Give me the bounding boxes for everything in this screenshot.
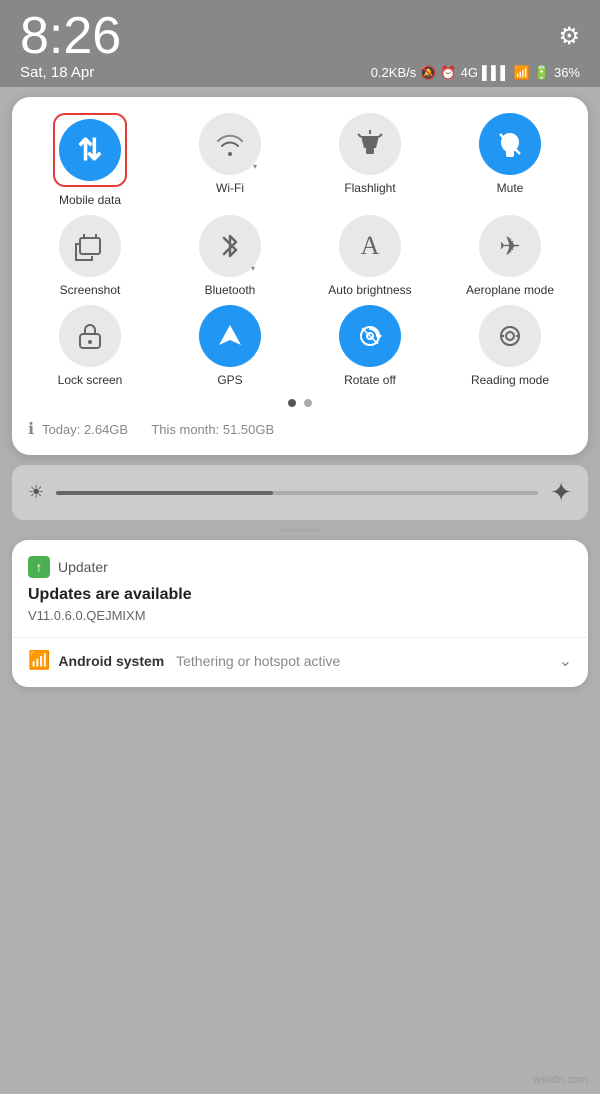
brightness-fill bbox=[56, 491, 273, 495]
qs-item-mobile-data[interactable]: ⇅ Mobile data bbox=[24, 113, 156, 207]
auto-brightness-label: Auto brightness bbox=[328, 283, 411, 297]
rotate-off-label: Rotate off bbox=[344, 373, 396, 387]
alarm-icon: ⏰ bbox=[440, 65, 456, 81]
dot-2 bbox=[304, 399, 312, 407]
notif-title: Updates are available bbox=[28, 586, 572, 604]
mobile-data-circle: ⇅ bbox=[59, 119, 121, 181]
gps-label: GPS bbox=[217, 373, 242, 387]
mobile-data-label: Mobile data bbox=[59, 193, 121, 207]
wifi-notif-icon: 📶 bbox=[28, 650, 50, 671]
notif-divider bbox=[12, 637, 588, 638]
drag-handle bbox=[280, 528, 320, 532]
speed-indicator: 0.2KB/s bbox=[371, 65, 417, 80]
brightness-high-icon: ✦ bbox=[550, 477, 572, 508]
qs-item-flashlight[interactable]: Flashlight bbox=[304, 113, 436, 207]
notif-header: ↑ Updater bbox=[28, 556, 572, 578]
brightness-track[interactable] bbox=[56, 491, 538, 495]
qs-item-lock-screen[interactable]: Lock screen bbox=[24, 305, 156, 387]
qs-grid: ⇅ Mobile data ▾ Wi-Fi bbox=[24, 113, 576, 387]
quick-settings-panel: ⇅ Mobile data ▾ Wi-Fi bbox=[12, 97, 588, 455]
sim-icon: 4G bbox=[461, 65, 478, 80]
watermark: wsxdn.com bbox=[533, 1074, 588, 1086]
brightness-low-icon: ☀ bbox=[28, 482, 44, 503]
wifi-label: Wi-Fi bbox=[216, 181, 244, 195]
screenshot-label: Screenshot bbox=[60, 283, 121, 297]
qs-item-screenshot[interactable]: Screenshot bbox=[24, 215, 156, 297]
gps-circle bbox=[199, 305, 261, 367]
battery-icon: 🔋 bbox=[534, 65, 550, 81]
notif-subtitle: V11.0.6.0.QEJMIXM bbox=[28, 608, 572, 623]
brightness-bar[interactable]: ☀ ✦ bbox=[12, 465, 588, 520]
battery-level: 36% bbox=[554, 65, 580, 80]
data-usage-today: Today: 2.64GB bbox=[42, 422, 128, 437]
page-dots bbox=[24, 399, 576, 407]
qs-item-mute[interactable]: Mute bbox=[444, 113, 576, 207]
date-display: Sat, 18 Apr bbox=[20, 64, 94, 81]
data-usage-icon: ℹ bbox=[28, 419, 34, 439]
notif-second-detail: Tethering or hotspot active bbox=[172, 653, 340, 669]
data-usage-bar: ℹ Today: 2.64GB This month: 51.50GB bbox=[24, 417, 576, 441]
notif-second-appname: Android system bbox=[58, 653, 164, 669]
screenshot-circle bbox=[59, 215, 121, 277]
mute-label: Mute bbox=[497, 181, 524, 195]
auto-brightness-circle: A bbox=[339, 215, 401, 277]
bluetooth-circle: ▾ bbox=[199, 215, 261, 277]
chevron-down-icon[interactable]: ⌄ bbox=[559, 651, 572, 671]
bluetooth-label: Bluetooth bbox=[205, 283, 256, 297]
rotate-off-circle bbox=[339, 305, 401, 367]
mute-icon: 🔕 bbox=[420, 65, 436, 81]
data-usage-month: This month: 51.50GB bbox=[151, 422, 274, 437]
reading-mode-circle bbox=[479, 305, 541, 367]
qs-item-wifi[interactable]: ▾ Wi-Fi bbox=[164, 113, 296, 207]
status-bar: 8:26 ⚙ Sat, 18 Apr 0.2KB/s 🔕 ⏰ 4G ▌▌▌ 📶 … bbox=[0, 0, 600, 87]
settings-icon[interactable]: ⚙ bbox=[558, 22, 580, 51]
updater-app-name: Updater bbox=[58, 559, 108, 575]
notif-second-row[interactable]: 📶 Android system Tethering or hotspot ac… bbox=[28, 650, 572, 671]
status-icons: 0.2KB/s 🔕 ⏰ 4G ▌▌▌ 📶 🔋 36% bbox=[371, 65, 580, 81]
updater-app-icon: ↑ bbox=[28, 556, 50, 578]
aeroplane-label: Aeroplane mode bbox=[466, 283, 554, 297]
qs-item-bluetooth[interactable]: ▾ Bluetooth bbox=[164, 215, 296, 297]
reading-mode-label: Reading mode bbox=[471, 373, 549, 387]
lock-screen-circle bbox=[59, 305, 121, 367]
flashlight-circle bbox=[339, 113, 401, 175]
qs-item-reading-mode[interactable]: Reading mode bbox=[444, 305, 576, 387]
notification-card: ↑ Updater Updates are available V11.0.6.… bbox=[12, 540, 588, 687]
lock-screen-label: Lock screen bbox=[58, 373, 123, 387]
wifi-circle: ▾ bbox=[199, 113, 261, 175]
mute-circle bbox=[479, 113, 541, 175]
flashlight-label: Flashlight bbox=[344, 181, 395, 195]
qs-item-gps[interactable]: GPS bbox=[164, 305, 296, 387]
qs-item-aeroplane[interactable]: ✈ Aeroplane mode bbox=[444, 215, 576, 297]
qs-item-rotate-off[interactable]: Rotate off bbox=[304, 305, 436, 387]
aeroplane-circle: ✈ bbox=[479, 215, 541, 277]
wifi-icon: 📶 bbox=[514, 65, 530, 81]
qs-item-auto-brightness[interactable]: A Auto brightness bbox=[304, 215, 436, 297]
dot-1 bbox=[288, 399, 296, 407]
signal-icon: ▌▌▌ bbox=[482, 65, 510, 80]
time-display: 8:26 bbox=[20, 10, 121, 62]
